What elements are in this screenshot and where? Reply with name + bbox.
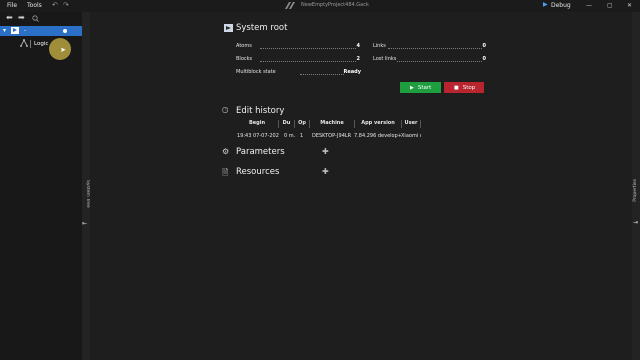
- prop-blocks-label: Blocks: [236, 56, 253, 62]
- column-header-machine[interactable]: Machine: [310, 120, 354, 126]
- clock-icon: 🕓︎: [222, 106, 229, 115]
- gear-icon: ⚙: [222, 147, 230, 156]
- tree-root-label: -: [24, 27, 27, 34]
- column-header-user[interactable]: User: [402, 120, 420, 126]
- search-icon[interactable]: [32, 15, 39, 22]
- system-root-title: System root: [236, 23, 288, 33]
- status-dot-icon: [63, 29, 67, 33]
- menu-file[interactable]: File: [7, 2, 17, 9]
- prop-blocks-value: 2: [356, 56, 360, 62]
- system-root-icon: [224, 24, 233, 32]
- system-root-icon: [11, 27, 19, 34]
- properties-tab[interactable]: Properties ⇥: [632, 12, 640, 360]
- column-header-duration[interactable]: Du: [279, 120, 294, 126]
- start-button-label: Start: [417, 84, 432, 91]
- properties-tab-label: Properties: [633, 179, 638, 202]
- dotted-leader: [260, 48, 356, 49]
- prop-links-label: Links: [373, 43, 386, 49]
- dotted-leader: [388, 48, 482, 49]
- cell-duration: 0 m.: [284, 133, 296, 139]
- document-icon: 🗎︎: [222, 168, 229, 177]
- system-tree-panel: ⬅ ➡ ▾ - Logic ➤: [0, 12, 82, 360]
- stop-button[interactable]: ■ Stop: [444, 82, 484, 93]
- column-header-op[interactable]: Op: [295, 120, 309, 126]
- stop-icon: ■: [454, 84, 459, 91]
- prop-lost-links-value: 0: [482, 56, 486, 62]
- close-icon[interactable]: ✕: [627, 2, 632, 9]
- prop-lost-links-label: Lost links: [373, 56, 397, 62]
- column-divider[interactable]: [420, 120, 421, 128]
- play-icon: ▶: [410, 84, 414, 91]
- dotted-leader: [260, 61, 356, 62]
- maximize-icon[interactable]: ▢: [607, 2, 613, 9]
- edit-history-title: Edit history: [236, 106, 285, 116]
- menu-tools[interactable]: Tools: [27, 2, 42, 9]
- system-tree-tab[interactable]: System Tree ⇤: [82, 12, 90, 360]
- redo-icon[interactable]: ↷: [63, 1, 69, 9]
- prop-multiblock-value: Ready: [343, 69, 361, 75]
- cell-begin: 19:43 07-07-2020: [237, 133, 279, 139]
- add-resource-icon[interactable]: ✚: [322, 167, 329, 176]
- main-content: System root Atoms 4 Blocks 2 Multiblock …: [90, 12, 632, 360]
- start-button[interactable]: ▶ Start: [400, 82, 441, 93]
- cell-op: 1: [300, 133, 304, 139]
- resources-title: Resources: [236, 167, 280, 177]
- tree-toolbar: ⬅ ➡: [0, 12, 82, 24]
- prop-atoms-value: 4: [356, 43, 360, 49]
- dotted-leader: [397, 61, 482, 62]
- minimize-icon[interactable]: —: [586, 2, 592, 9]
- expand-arrow-icon[interactable]: ⇥: [633, 219, 638, 226]
- prop-links-value: 0: [482, 43, 486, 49]
- undo-icon[interactable]: ↶: [52, 1, 58, 9]
- app-logo: [285, 2, 295, 9]
- parameters-title: Parameters: [236, 147, 285, 157]
- stop-button-label: Stop: [462, 84, 476, 91]
- title-bar: File Tools ↶ ↷ NewEmptyProject484.Gack ▶…: [0, 0, 640, 12]
- collapse-arrow-icon[interactable]: ⇤: [82, 220, 87, 227]
- column-header-app-version[interactable]: App version: [355, 120, 401, 126]
- divider: [30, 40, 31, 48]
- mouse-cursor-icon: ➤: [60, 46, 66, 54]
- back-arrow-icon[interactable]: ⬅: [6, 13, 13, 22]
- cell-user: Xiaomi c: [401, 133, 421, 139]
- system-tree-tab-label: System Tree: [85, 180, 90, 208]
- project-title: NewEmptyProject484.Gack: [301, 2, 369, 8]
- chevron-down-icon[interactable]: ▾: [3, 27, 6, 34]
- tree-item-label: Logic: [34, 41, 49, 47]
- prop-multiblock-label: Multiblock state: [236, 69, 276, 75]
- cell-machine: DESKTOP-J94LR: [312, 133, 352, 139]
- debug-icon[interactable]: ▶: [543, 1, 548, 8]
- add-parameter-icon[interactable]: ✚: [322, 147, 329, 156]
- forward-arrow-icon[interactable]: ➡: [18, 13, 25, 22]
- column-header-begin[interactable]: Begin: [236, 120, 278, 126]
- cell-app-version: 7.84.296 develop+fi: [354, 133, 401, 139]
- tree-item-root[interactable]: ▾ -: [0, 26, 82, 36]
- prop-atoms-label: Atoms: [236, 43, 252, 49]
- logic-icon: [20, 39, 28, 47]
- debug-button[interactable]: Debug: [551, 2, 571, 9]
